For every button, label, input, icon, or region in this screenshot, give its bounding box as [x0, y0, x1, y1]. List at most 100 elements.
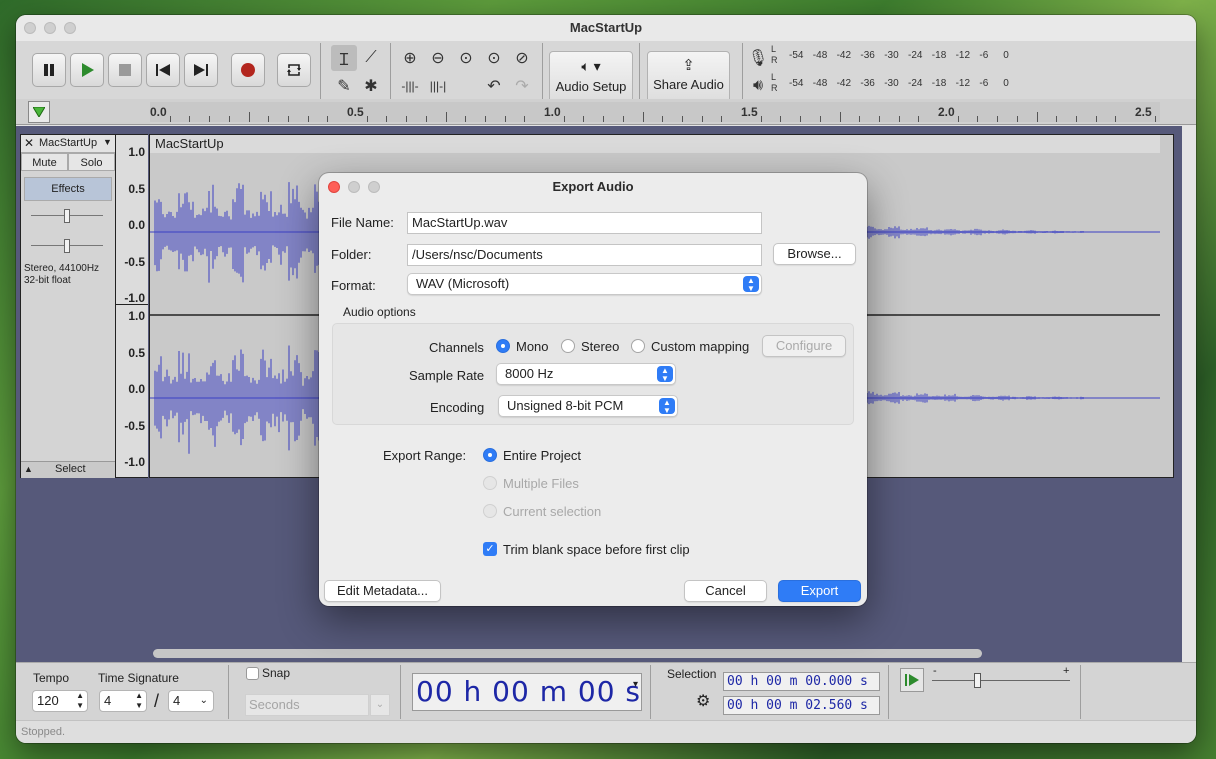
- time-signature-numerator[interactable]: 4 ▲ ▼: [99, 690, 147, 712]
- time-signature-slash: /: [154, 691, 160, 711]
- timeline-ruler[interactable]: 0.0 0.5 1.0 1.5 2.0 2.5: [16, 99, 1196, 125]
- select-track-button[interactable]: Select: [55, 463, 86, 475]
- tempo-field[interactable]: 120 ▲ ▼: [32, 690, 88, 712]
- updown-chevron-icon: ▲ ▼: [743, 276, 759, 293]
- fit-selection-button[interactable]: ⊙: [453, 45, 479, 71]
- minimize-window-button[interactable]: [44, 22, 56, 34]
- fit-project-button[interactable]: ⊙: [481, 45, 507, 71]
- record-button[interactable]: [231, 53, 265, 87]
- meter-channel-label: R: [771, 55, 778, 65]
- amplitude-scale-label: -0.5: [124, 418, 145, 433]
- format-select[interactable]: WAV (Microsoft) ▲ ▼: [407, 273, 762, 295]
- pan-slider[interactable]: [31, 239, 103, 253]
- channel-stereo-radio[interactable]: [561, 339, 575, 353]
- gain-slider[interactable]: [31, 209, 103, 223]
- edit-metadata-button[interactable]: Edit Metadata...: [324, 580, 441, 602]
- export-button[interactable]: Export: [778, 580, 861, 602]
- audio-options-label: Audio options: [343, 305, 416, 319]
- mute-button[interactable]: Mute: [21, 153, 68, 171]
- selection-end-field[interactable]: 00 h 00 m 02.560 s: [723, 696, 880, 715]
- solo-button[interactable]: Solo: [68, 153, 115, 171]
- envelope-tool[interactable]: ⟋: [358, 45, 384, 71]
- zoom-in-button[interactable]: ⊕: [397, 45, 423, 71]
- time-signature-label: Time Signature: [98, 671, 179, 685]
- speed-minus-label: -: [933, 665, 937, 677]
- file-name-label: File Name:: [331, 215, 394, 230]
- zoom-toggle-button[interactable]: ⊘: [509, 45, 535, 71]
- zoom-window-button[interactable]: [64, 22, 76, 34]
- share-audio-button[interactable]: ⇪ Share Audio: [647, 51, 730, 105]
- share-icon: ⇪: [682, 57, 695, 74]
- ruler-tick-label: 0.5: [347, 105, 364, 119]
- file-name-input[interactable]: MacStartUp.wav: [407, 212, 762, 234]
- cancel-button[interactable]: Cancel: [684, 580, 767, 602]
- track-menu-chevron-icon[interactable]: ▼: [103, 137, 112, 147]
- timeline-options-button[interactable]: [28, 101, 50, 123]
- channel-stereo-label: Stereo: [581, 339, 620, 354]
- time-display-value: 00 h 00 m 00 s: [416, 675, 641, 708]
- record-meter-button[interactable]: 🎙︎: [745, 45, 771, 71]
- playback-speed-slider[interactable]: - +: [932, 665, 1072, 692]
- channel-mono-radio[interactable]: [496, 339, 510, 353]
- zoom-out-button[interactable]: ⊖: [425, 45, 451, 71]
- undo-button[interactable]: ↶: [481, 73, 507, 99]
- meter-scale-label: -12: [955, 50, 971, 61]
- audio-setup-label: Audio Setup: [555, 79, 627, 94]
- effects-button[interactable]: Effects: [24, 177, 112, 201]
- selection-start-field[interactable]: 00 h 00 m 00.000 s: [723, 672, 880, 691]
- ruler-tick-label: 0.0: [150, 105, 167, 119]
- skip-to-start-button[interactable]: [146, 53, 180, 87]
- selection-tool[interactable]: Ｉ: [331, 45, 357, 71]
- channel-custom-radio[interactable]: [631, 339, 645, 353]
- window-titlebar: MacStartUp: [16, 15, 1196, 41]
- skip-start-icon: [156, 64, 170, 76]
- range-multiple-files-radio[interactable]: [483, 476, 497, 490]
- pause-button[interactable]: [32, 53, 66, 87]
- folder-input[interactable]: /Users/nsc/Documents: [407, 244, 762, 266]
- trim-label: Trim blank space before first clip: [503, 542, 690, 557]
- close-track-icon[interactable]: ✕: [24, 136, 34, 150]
- gear-icon[interactable]: ⚙: [696, 691, 710, 711]
- multi-tool[interactable]: ✱: [358, 73, 384, 99]
- loop-button[interactable]: [277, 53, 311, 87]
- trim-checkbox[interactable]: ✓: [483, 542, 497, 556]
- horizontal-scrollbar[interactable]: [153, 649, 982, 658]
- ruler-tick-label: 1.0: [544, 105, 561, 119]
- trim-button[interactable]: -|||-: [397, 73, 423, 99]
- range-current-selection-radio[interactable]: [483, 504, 497, 518]
- stop-button[interactable]: [108, 53, 142, 87]
- skip-to-end-button[interactable]: [184, 53, 218, 87]
- browse-button[interactable]: Browse...: [773, 243, 856, 265]
- close-window-button[interactable]: [24, 22, 36, 34]
- sample-rate-select[interactable]: 8000 Hz ▲ ▼: [496, 363, 676, 385]
- time-display[interactable]: 00 h 00 m 00 s: [412, 673, 642, 711]
- meter-scale-label: -54: [789, 78, 804, 89]
- range-entire-project-radio[interactable]: [483, 448, 497, 462]
- playback-level-meter[interactable]: L R -54 -48 -42 -36 -30 -24 -18 -12 -6 0: [771, 72, 1021, 95]
- meter-scale-label: -42: [836, 50, 852, 61]
- collapse-track-icon[interactable]: ▲: [24, 464, 33, 474]
- track-name-menu[interactable]: MacStartUp: [39, 137, 97, 149]
- folder-label: Folder:: [331, 247, 372, 262]
- time-format-chevron-icon[interactable]: ▾: [633, 679, 638, 690]
- encoding-select[interactable]: Unsigned 8-bit PCM ▲ ▼: [498, 395, 678, 417]
- snap-checkbox[interactable]: [246, 667, 259, 680]
- trim-icon: -|||-: [401, 79, 419, 93]
- playback-meter-button[interactable]: 🔊︎: [745, 73, 771, 99]
- snap-unit-select[interactable]: Seconds: [245, 694, 369, 716]
- silence-button[interactable]: |||-|: [425, 73, 451, 99]
- status-text: Stopped.: [21, 726, 66, 738]
- play-at-speed-button[interactable]: [900, 668, 924, 692]
- file-name-value: MacStartUp.wav: [412, 215, 508, 230]
- draw-tool[interactable]: ✎: [331, 73, 357, 99]
- meter-scale-label: -48: [812, 50, 828, 61]
- time-signature-denominator[interactable]: 4 ⌄: [168, 690, 214, 712]
- play-button[interactable]: [70, 53, 104, 87]
- silence-icon: |||-|: [429, 79, 447, 93]
- audio-setup-button[interactable]: 🔈︎ ▾ Audio Setup: [549, 51, 633, 105]
- redo-button[interactable]: ↷: [509, 73, 535, 99]
- configure-button[interactable]: Configure: [762, 335, 846, 357]
- clip-name[interactable]: MacStartUp: [150, 135, 1160, 153]
- record-level-meter[interactable]: L R -54 -48 -42 -36 -30 -24 -18 -12 -6 0: [771, 44, 1021, 67]
- snap-chevron-icon[interactable]: ⌄: [370, 694, 390, 716]
